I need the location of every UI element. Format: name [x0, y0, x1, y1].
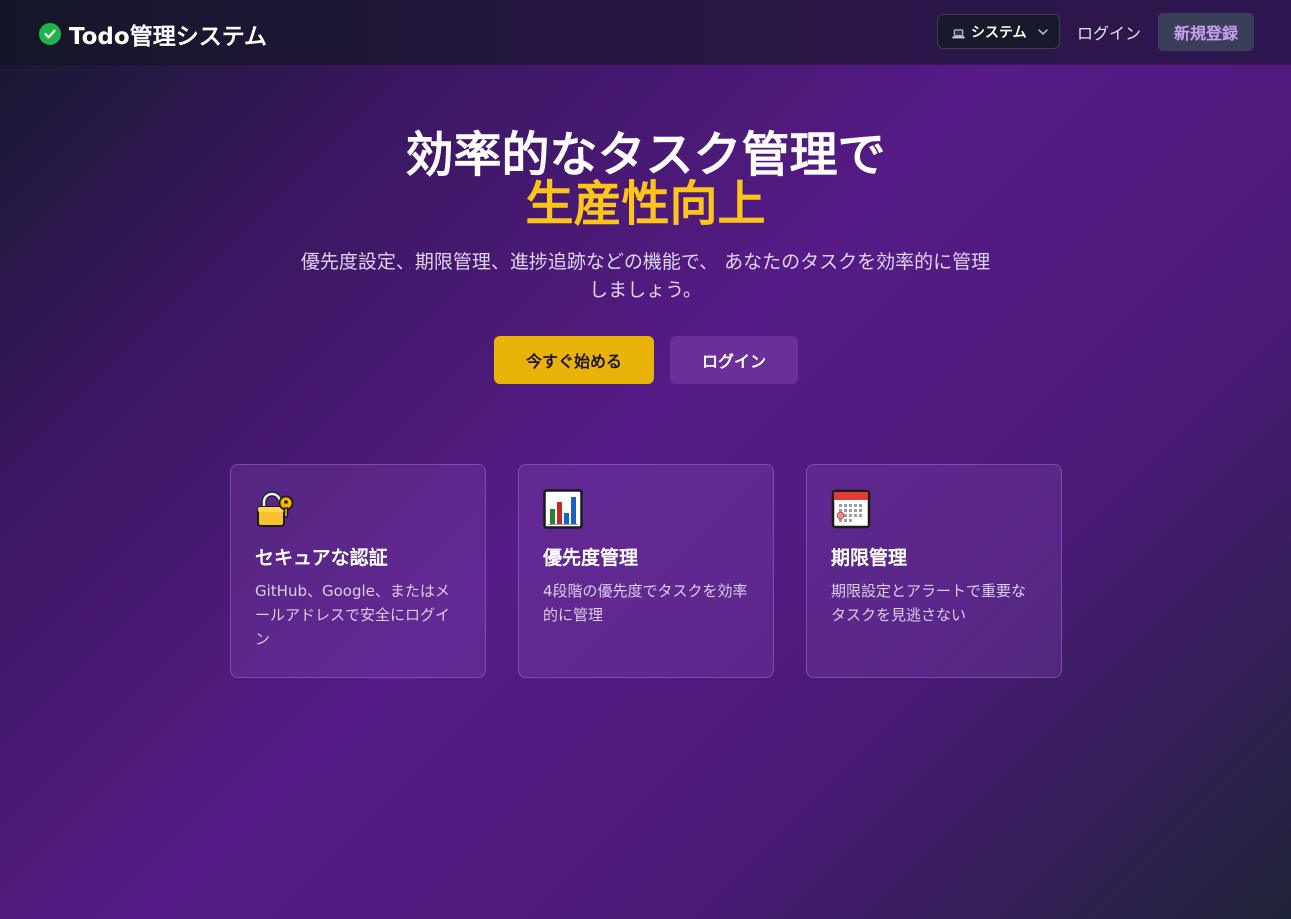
feature-title: 期限管理 [831, 547, 908, 569]
check-circle-icon [39, 23, 61, 45]
get-started-button[interactable]: 今すぐ始める [494, 336, 654, 384]
feature-card-auth: セキュアな認証 GitHub、Google、またはメールアドレスで安全にログイン [230, 464, 486, 678]
hero-login-button[interactable]: ログイン [670, 336, 798, 384]
feature-card-deadline: 期限管理 期限設定とアラートで重要なタスクを見逃さない [806, 464, 1062, 678]
chevron-down-icon [1037, 26, 1049, 42]
signup-button[interactable]: 新規登録 [1158, 13, 1254, 51]
theme-select-value: システム [971, 24, 1027, 41]
lock-with-key-icon [255, 489, 295, 529]
feature-description: 4段階の優先度でタスクを効率的に管理 [543, 582, 748, 624]
top-navbar: Todo管理システム システム ログイン 新規登録 [0, 0, 1291, 64]
bar-chart-icon [543, 489, 583, 529]
feature-title: 優先度管理 [543, 547, 639, 569]
hero-subtitle: 優先度設定、期限管理、進捗追跡などの機能で、 あなたのタスクを効率的に管理しまし… [300, 251, 991, 301]
feature-card-priority: 優先度管理 4段階の優先度でタスクを効率的に管理 [518, 464, 774, 678]
theme-select[interactable]: システム [937, 14, 1060, 49]
brand[interactable]: Todo管理システム [39, 16, 267, 52]
feature-description: 期限設定とアラートで重要なタスクを見逃さない [831, 582, 1027, 624]
feature-title: セキュアな認証 [255, 547, 388, 569]
hero-title-highlight: 生産性向上 [525, 176, 766, 232]
nav-login-link[interactable]: ログイン [1077, 20, 1141, 44]
brand-title: Todo管理システム [69, 24, 268, 50]
laptop-icon [952, 27, 965, 39]
calendar-icon [831, 489, 871, 529]
feature-description: GitHub、Google、またはメールアドレスで安全にログイン [255, 582, 451, 648]
